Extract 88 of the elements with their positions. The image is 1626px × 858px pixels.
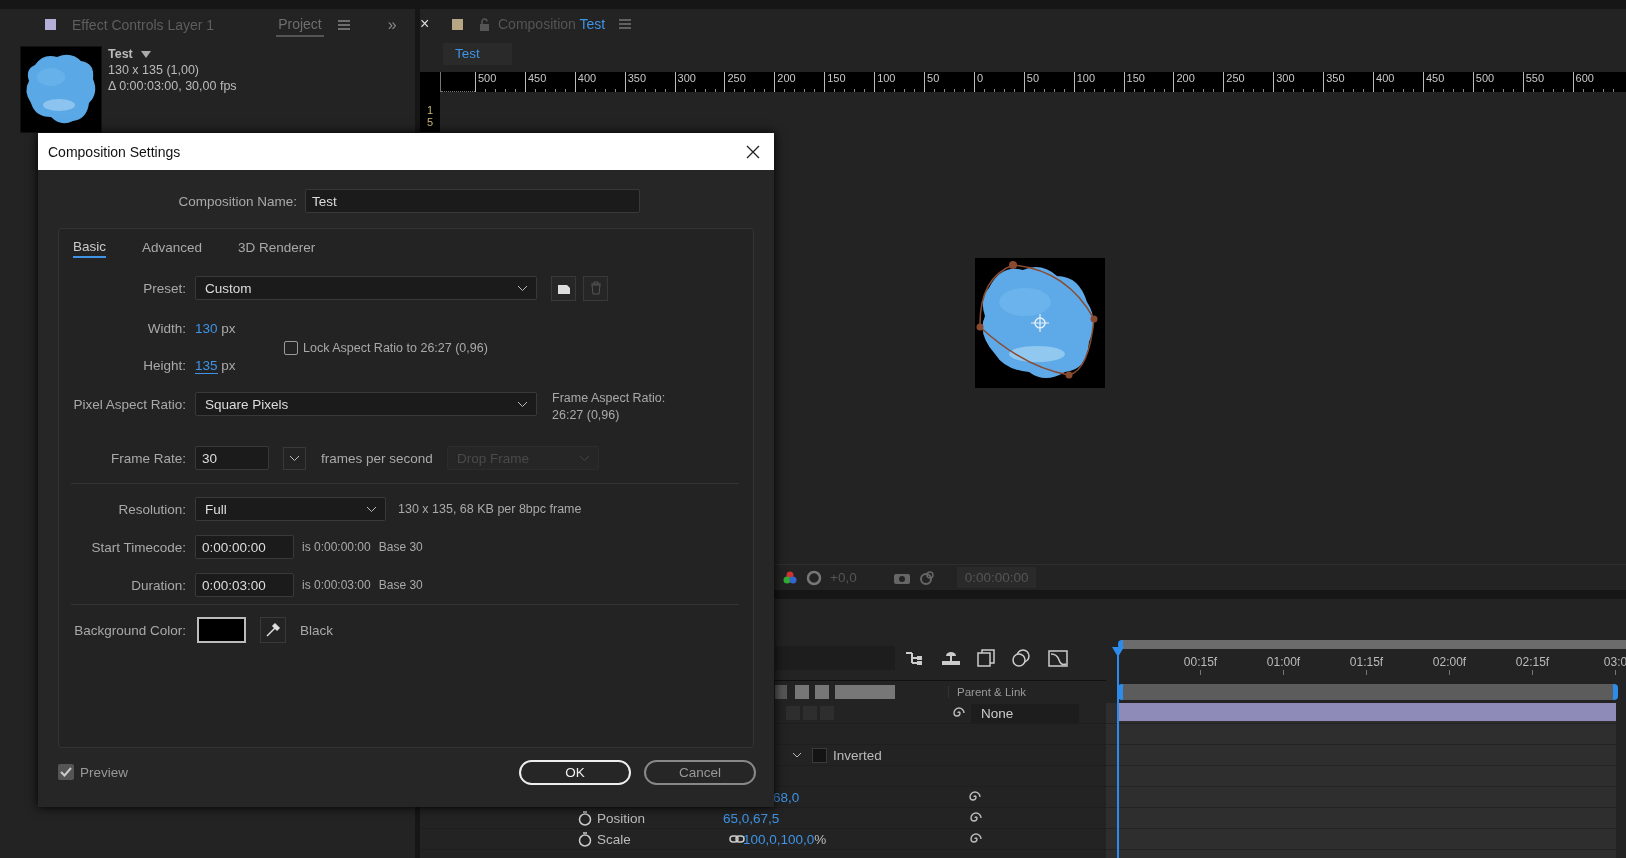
resolution-dropdown[interactable]: Full [195, 497, 386, 521]
settings-tab[interactable]: Advanced [142, 237, 203, 257]
snapshot-icon[interactable] [918, 569, 935, 586]
checkbox[interactable] [58, 764, 74, 780]
caret-icon[interactable] [792, 752, 802, 758]
field-label: Composition Name: [177, 193, 297, 209]
item-duration: Δ 0:00:03:00, 30,00 fps [108, 78, 237, 94]
ok-button[interactable]: OK [519, 759, 631, 785]
settings-tab[interactable]: 3D Renderer [238, 237, 316, 257]
parent-dropdown[interactable]: None [971, 703, 1079, 723]
close-icon[interactable] [746, 144, 760, 159]
caret-icon [579, 454, 590, 462]
timecode-base: Base 30 [378, 578, 423, 592]
unit-label: px [221, 321, 236, 336]
save-preset-button[interactable] [551, 275, 576, 301]
name-field[interactable]: Test [305, 189, 640, 213]
dialog-title: Composition Settings [48, 143, 181, 160]
menu-icon[interactable] [337, 19, 350, 30]
motion-blur-icon[interactable] [1011, 649, 1031, 667]
frame-aspect-value: 26:27 (0,96) [552, 407, 621, 424]
pick-whip-icon[interactable] [969, 811, 983, 825]
stopwatch-icon[interactable] [578, 810, 592, 826]
property-name: Scale [597, 831, 632, 847]
checkbox[interactable] [812, 747, 827, 763]
pick-whip-icon[interactable] [952, 706, 966, 720]
settings-tab[interactable]: Basic [73, 236, 106, 258]
trash-icon [589, 281, 602, 295]
field-label: Background Color: [73, 622, 186, 638]
close-tab-button[interactable]: × [420, 15, 436, 34]
resolution-info: 130 x 135, 68 KB per 8bpc frame [398, 502, 582, 516]
property-value[interactable]: 65,0,67,5 [723, 810, 969, 826]
stopwatch-icon[interactable] [578, 831, 592, 847]
frame-aspect-label: Frame Aspect Ratio: [552, 390, 666, 407]
property-value[interactable]: 68,0 [773, 789, 968, 805]
timecode-field[interactable]: 0:00:03:00 [195, 573, 294, 597]
width-value[interactable]: 130 [195, 321, 218, 336]
column-header[interactable]: Parent & Link [948, 686, 1027, 698]
field-label: Preset: [142, 280, 186, 296]
item-name: Test [108, 46, 133, 62]
color-swatch[interactable] [197, 617, 246, 643]
checkbox-label: Preview [80, 764, 128, 780]
film-icon[interactable] [977, 649, 995, 667]
field-label: Start Timecode: [90, 539, 186, 555]
composition-icon [452, 18, 463, 30]
eyedropper-button[interactable] [260, 617, 286, 643]
caret-icon [366, 505, 377, 513]
unit-label: frames per second [321, 450, 434, 466]
caret-icon [517, 284, 528, 292]
overflow-button[interactable]: » [387, 15, 397, 34]
eyedropper-icon [265, 622, 281, 638]
menu-icon[interactable] [619, 19, 632, 30]
layer-color-icon [45, 19, 56, 30]
cancel-button[interactable]: Cancel [644, 759, 756, 785]
field-label: Width: [146, 321, 186, 336]
pick-whip-icon[interactable] [968, 790, 982, 804]
checkbox-label: Lock Aspect Ratio to 26:27 (0,96) [303, 340, 488, 355]
preset-dropdown[interactable]: Custom [195, 276, 537, 300]
caret-icon [289, 454, 300, 462]
unit-label: px [221, 357, 236, 373]
timecode-field[interactable]: 0:00:00:00 [195, 535, 294, 559]
timecode-info: is 0:00:00:00 [302, 540, 371, 554]
pixel-aspect-dropdown[interactable]: Square Pixels [195, 392, 537, 416]
draft-3d-icon[interactable] [941, 650, 961, 666]
composition-tab[interactable]: Test [443, 42, 512, 65]
ruler-label: 15 [425, 102, 435, 130]
frame-rate-field[interactable]: 30 [195, 446, 269, 470]
exposure-icon[interactable] [806, 569, 822, 586]
checkbox[interactable] [284, 340, 298, 355]
color-name: Black [300, 622, 333, 638]
field-label: Height: [142, 357, 186, 373]
field-label: Frame Rate: [109, 450, 186, 466]
field-label: Duration: [130, 577, 186, 593]
hierarchy-icon[interactable] [905, 650, 925, 666]
caret-icon[interactable] [140, 50, 151, 58]
timecode-base: Base 30 [378, 540, 423, 554]
graph-editor-icon[interactable] [1047, 648, 1069, 668]
property-name: Position [597, 810, 647, 826]
color-channels-icon[interactable] [782, 569, 798, 586]
caret-icon [517, 400, 528, 408]
pick-whip-icon[interactable] [969, 832, 983, 846]
checkbox-label: Inverted [833, 747, 882, 763]
link-icon[interactable] [729, 834, 745, 844]
property-value[interactable]: 100,0,100,0% [743, 831, 969, 847]
field-label: Resolution: [117, 501, 186, 517]
timecode-info: is 0:00:03:00 [302, 578, 371, 592]
height-value[interactable]: 135 [195, 357, 218, 374]
field-label: Pixel Aspect Ratio: [72, 396, 186, 412]
item-size: 130 x 135 (1,00) [108, 62, 201, 78]
